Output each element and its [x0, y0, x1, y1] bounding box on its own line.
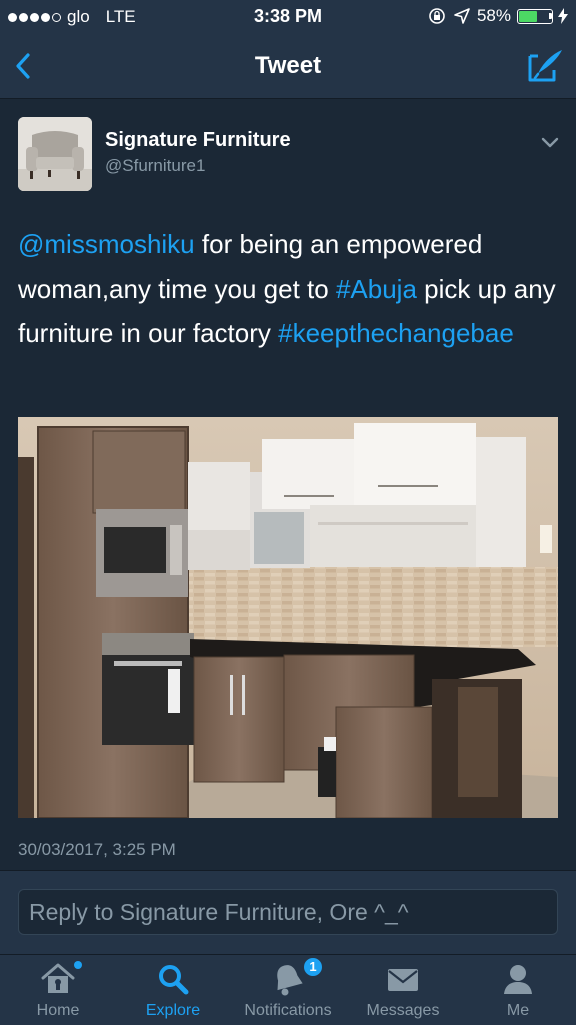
page-title: Tweet [254, 52, 322, 79]
tab-messages[interactable]: Messages [357, 955, 449, 1025]
location-arrow-icon [454, 8, 470, 24]
tab-bar: Home Explore Notifications Messages Me [0, 954, 576, 1025]
charging-bolt-icon [558, 8, 568, 24]
tweet-timestamp: 30/03/2017, 3:25 PM [18, 840, 176, 859]
status-right: 58% [427, 6, 568, 26]
home-icon [41, 963, 75, 993]
author-handle[interactable]: @Sfurniture1 [105, 156, 205, 176]
tab-label: Notifications [244, 1002, 332, 1019]
tab-label: Home [36, 1002, 80, 1019]
compose-icon[interactable] [524, 44, 566, 86]
tab-label: Me [506, 1002, 530, 1019]
tab-me[interactable]: Me [478, 955, 558, 1025]
battery-percent: 58% [476, 6, 511, 25]
hashtag-link-keepthechangebae[interactable]: #keepthechangebae [278, 318, 514, 348]
home-new-indicator [74, 961, 82, 969]
envelope-icon [388, 969, 418, 991]
search-icon [159, 965, 189, 995]
reply-input[interactable]: Reply to Signature Furniture, Ore ^_^ [18, 889, 558, 935]
status-bar: glo LTE 3:38 PM 58% [0, 0, 576, 34]
tab-home[interactable]: Home [15, 955, 101, 1025]
reply-bar: Reply to Signature Furniture, Ore ^_^ [0, 870, 576, 955]
avatar[interactable] [18, 117, 92, 191]
tweet-text: @missmoshiku for being an empowered woma… [18, 222, 558, 356]
person-icon [504, 965, 532, 994]
tab-explore[interactable]: Explore [130, 955, 216, 1025]
tab-label: Explore [145, 1002, 201, 1019]
hashtag-link-abuja[interactable]: #Abuja [336, 274, 417, 304]
battery-level-fill [519, 10, 537, 22]
tab-label: Messages [366, 1002, 440, 1019]
notification-badge: 1 [302, 956, 324, 978]
mention-link[interactable]: @missmoshiku [18, 229, 195, 259]
orientation-lock-icon [429, 8, 445, 24]
battery-icon [517, 8, 553, 24]
armchair-photo [18, 117, 92, 191]
chevron-down-icon[interactable] [538, 134, 562, 152]
nav-bar: Tweet [0, 34, 576, 99]
author-name[interactable]: Signature Furniture [105, 129, 291, 152]
tab-notifications[interactable]: Notifications [236, 955, 340, 1025]
tweet-photo[interactable] [18, 417, 558, 818]
